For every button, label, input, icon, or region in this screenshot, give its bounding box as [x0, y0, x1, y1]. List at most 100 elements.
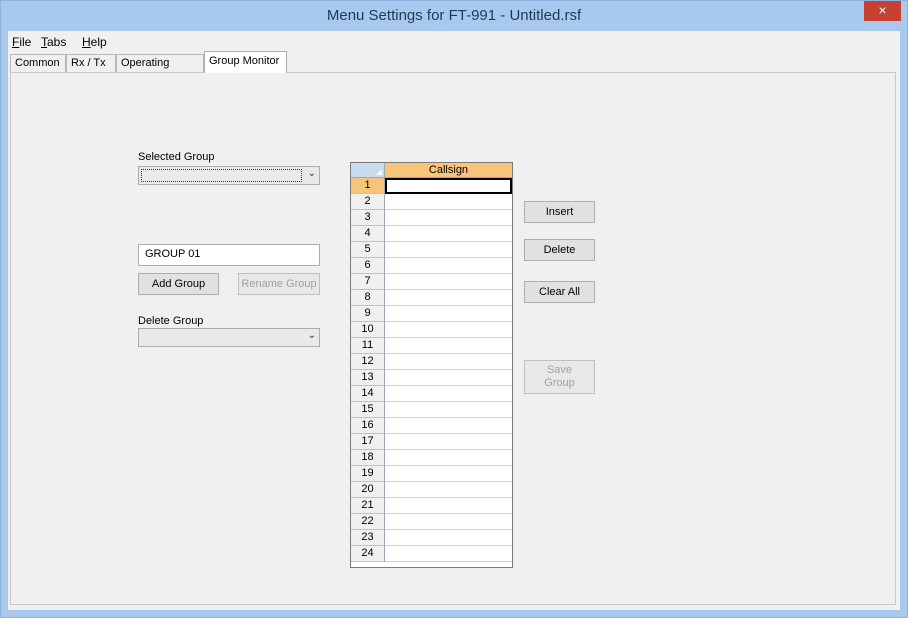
row-header[interactable]: 15 [351, 402, 385, 418]
row-header[interactable]: 13 [351, 370, 385, 386]
callsign-cell[interactable] [385, 434, 512, 450]
callsign-cell[interactable] [385, 338, 512, 354]
table-row[interactable]: 9 [351, 306, 512, 322]
table-row[interactable]: 17 [351, 434, 512, 450]
save-group-label-line1: Save [546, 364, 573, 376]
callsign-cell[interactable] [385, 274, 512, 290]
callsign-cell[interactable] [385, 194, 512, 210]
row-header[interactable]: 21 [351, 498, 385, 514]
row-header[interactable]: 23 [351, 530, 385, 546]
table-row[interactable]: 10 [351, 322, 512, 338]
table-row[interactable]: 16 [351, 418, 512, 434]
table-row[interactable]: 3 [351, 210, 512, 226]
row-header[interactable]: 20 [351, 482, 385, 498]
callsign-cell[interactable] [385, 402, 512, 418]
row-header[interactable]: 14 [351, 386, 385, 402]
callsign-cell[interactable] [385, 226, 512, 242]
callsign-cell[interactable] [385, 386, 512, 402]
table-row[interactable]: 18 [351, 450, 512, 466]
row-header[interactable]: 4 [351, 226, 385, 242]
callsign-cell[interactable] [385, 546, 512, 562]
delete-group-dropdown[interactable]: ⌄ [138, 328, 320, 347]
close-icon: × [878, 2, 887, 18]
table-row[interactable]: 8 [351, 290, 512, 306]
selected-group-dropdown[interactable]: ⌄ [138, 166, 320, 185]
row-header[interactable]: 11 [351, 338, 385, 354]
tab-rx-tx[interactable]: Rx / Tx [66, 54, 116, 72]
callsign-cell[interactable] [385, 498, 512, 514]
row-header[interactable]: 8 [351, 290, 385, 306]
window-frame-bottom [1, 610, 907, 617]
callsign-cell[interactable] [385, 306, 512, 322]
callsign-grid[interactable]: Callsign 1 2 3 4 5 6 7 8 9 10 11 12 13 14 15 16 17 18 19 20… [350, 162, 513, 568]
row-header[interactable]: 9 [351, 306, 385, 322]
table-row[interactable]: 1 [351, 178, 512, 194]
table-row[interactable]: 5 [351, 242, 512, 258]
table-row[interactable]: 15 [351, 402, 512, 418]
insert-button[interactable]: Insert [524, 201, 595, 223]
callsign-cell[interactable] [385, 322, 512, 338]
table-row[interactable]: 13 [351, 370, 512, 386]
row-header[interactable]: 12 [351, 354, 385, 370]
save-group-button[interactable]: Save Group [524, 360, 595, 394]
row-header[interactable]: 24 [351, 546, 385, 562]
row-header[interactable]: 17 [351, 434, 385, 450]
row-header[interactable]: 7 [351, 274, 385, 290]
tab-common[interactable]: Common [10, 54, 66, 72]
callsign-cell[interactable] [385, 450, 512, 466]
table-row[interactable]: 6 [351, 258, 512, 274]
table-row[interactable]: 19 [351, 466, 512, 482]
menu-file-label: ile [19, 35, 32, 49]
row-header[interactable]: 2 [351, 194, 385, 210]
menu-tabs[interactable]: Tabs [41, 35, 66, 49]
callsign-cell[interactable] [385, 210, 512, 226]
delete-button[interactable]: Delete [524, 239, 595, 261]
table-row[interactable]: 11 [351, 338, 512, 354]
callsign-cell[interactable] [385, 242, 512, 258]
table-row[interactable]: 24 [351, 546, 512, 562]
rename-group-button[interactable]: Rename Group [238, 273, 320, 295]
row-header[interactable]: 22 [351, 514, 385, 530]
table-row[interactable]: 7 [351, 274, 512, 290]
row-header[interactable]: 10 [351, 322, 385, 338]
menu-help[interactable]: Help [82, 35, 107, 49]
callsign-cell[interactable] [385, 370, 512, 386]
row-header[interactable]: 3 [351, 210, 385, 226]
title-bar[interactable]: Menu Settings for FT-991 - Untitled.rsf … [1, 1, 907, 31]
callsign-cell[interactable] [385, 466, 512, 482]
selected-group-label: Selected Group [138, 151, 215, 163]
callsign-cell[interactable] [385, 418, 512, 434]
window-frame-left [1, 31, 8, 617]
table-row[interactable]: 20 [351, 482, 512, 498]
table-row[interactable]: 2 [351, 194, 512, 210]
row-header[interactable]: 16 [351, 418, 385, 434]
table-row[interactable]: 23 [351, 530, 512, 546]
table-row[interactable]: 22 [351, 514, 512, 530]
row-header[interactable]: 18 [351, 450, 385, 466]
row-header[interactable]: 5 [351, 242, 385, 258]
table-row[interactable]: 12 [351, 354, 512, 370]
table-row[interactable]: 4 [351, 226, 512, 242]
row-header[interactable]: 19 [351, 466, 385, 482]
callsign-cell[interactable] [385, 290, 512, 306]
callsign-cell[interactable] [385, 530, 512, 546]
callsign-column-header[interactable]: Callsign [385, 163, 512, 178]
callsign-cell[interactable] [385, 514, 512, 530]
table-row[interactable]: 21 [351, 498, 512, 514]
grid-select-all-corner[interactable] [351, 163, 385, 178]
callsign-cell[interactable] [385, 178, 512, 194]
table-row[interactable]: 14 [351, 386, 512, 402]
add-group-button[interactable]: Add Group [138, 273, 219, 295]
clear-all-button[interactable]: Clear All [524, 281, 595, 303]
group-name-input[interactable]: GROUP 01 [138, 244, 320, 266]
close-button[interactable]: × [864, 1, 901, 21]
menu-file[interactable]: File [12, 35, 31, 49]
tab-group-monitor[interactable]: Group Monitor [204, 51, 287, 73]
tab-operating-mode[interactable]: Operating Mode [116, 54, 204, 86]
callsign-cell[interactable] [385, 354, 512, 370]
row-header[interactable]: 1 [351, 178, 385, 194]
row-header[interactable]: 6 [351, 258, 385, 274]
callsign-cell[interactable] [385, 258, 512, 274]
callsign-cell[interactable] [385, 482, 512, 498]
menu-help-label: elp [90, 35, 107, 49]
